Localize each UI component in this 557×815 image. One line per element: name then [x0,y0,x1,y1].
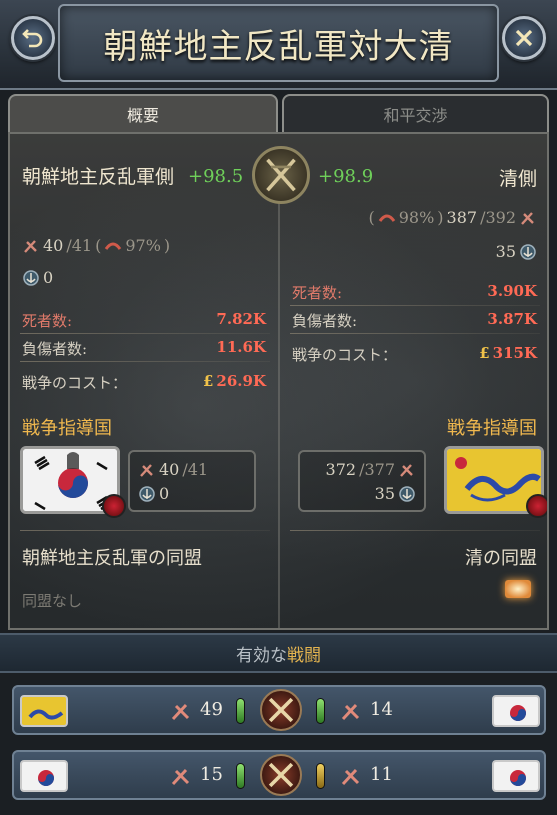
tab-peace-negotiation[interactable]: 和平交渉 [282,94,549,132]
right-leader-info: 372/377 35 [298,450,426,512]
pound-icon: £ [202,372,214,390]
row-divider [290,530,540,531]
left-cost-label: 戦争のコスト： [22,374,128,392]
right-troops-stat: ( 98%) 387/392 [368,208,537,227]
pound-icon: £ [479,344,490,362]
battle-strength-bar [316,763,325,789]
right-dead-label: 死者数: [292,284,343,302]
tab-bar: 概要 和平交渉 [8,94,549,132]
soldier-icon [341,768,360,786]
left-allies-empty: 同盟なし [22,592,83,610]
morale-icon [378,214,395,222]
battle-right-count: 14 [370,699,393,720]
ally-flag-icon[interactable] [505,580,531,598]
war-leader-badge [102,494,126,518]
crossed-swords-icon [260,689,302,731]
left-wounded-label: 負傷者数: [22,340,88,358]
back-arrow-icon [22,29,43,48]
left-troops-stat: 40/41 ( 97%) [22,236,170,255]
battle-left-count: 49 [200,699,223,720]
row-divider [20,333,270,334]
row-divider [290,333,540,334]
left-side-name: 朝鮮地主反乱軍側 [22,166,175,188]
tab-overview[interactable]: 概要 [8,94,278,132]
war-leader-badge [526,494,547,518]
battle-row[interactable]: 15 11 [12,750,546,800]
crossed-swords-icon [260,754,302,796]
row-divider [20,361,270,362]
right-wounded-value: 3.87K [487,310,537,328]
right-leader-label: 戦争指導国 [447,418,537,439]
title-bar: 朝鮮地主反乱軍対大清 [0,0,557,90]
ship-anchor-icon [23,269,39,286]
war-overview-panel: 朝鮮地主反乱軍側 +98.5 +98.9 清側 40/41 ( 97%) 0 死… [8,132,549,630]
morale-icon [105,242,122,250]
battle-strength-bar [316,698,325,724]
left-ships-stat: 0 [22,268,53,287]
battle-right-count: 11 [370,764,393,785]
right-war-score: +98.9 [318,166,374,187]
active-battles-header: 有効な 戦闘 [0,633,557,673]
close-button[interactable] [502,16,546,60]
soldier-icon [521,211,534,225]
korea-flag-icon [492,695,540,727]
battle-strength-bar [236,763,245,789]
left-war-score: +98.5 [188,166,244,187]
battle-row[interactable]: 49 14 [12,685,546,735]
soldier-icon [140,463,153,477]
left-leader-info: 40/41 0 [128,450,256,512]
row-divider [290,305,540,306]
left-wounded-value: 11.6K [216,338,266,356]
ship-anchor-icon [520,243,536,260]
battle-strength-bar [236,698,245,724]
row-divider [20,530,270,531]
back-button[interactable] [11,16,55,60]
left-allies-title: 朝鮮地主反乱軍の同盟 [22,548,202,569]
left-dead-label: 死者数: [22,312,73,330]
page-title: 朝鮮地主反乱軍対大清 [103,26,454,67]
ship-anchor-icon [399,485,415,502]
right-ships-stat: 35 [496,242,537,261]
right-cost-label: 戦争のコスト： [292,346,398,364]
battle-left-count: 15 [200,764,223,785]
soldier-icon [341,703,360,721]
right-dead-value: 3.90K [487,282,537,300]
soldier-icon [171,703,190,721]
left-cost-stat: £ 26.9K [202,372,266,390]
soldier-icon [24,239,37,253]
side-divider [278,174,280,628]
close-icon [515,29,533,47]
korea-flag-icon [492,760,540,792]
crossed-swords-icon [252,146,310,204]
korea-flag-icon [20,760,68,792]
soldier-icon [400,463,413,477]
right-side-name: 清側 [498,168,537,190]
title-plaque: 朝鮮地主反乱軍対大清 [58,4,499,82]
left-leader-label: 戦争指導国 [22,418,112,439]
right-wounded-label: 負傷者数: [292,312,358,330]
right-cost-stat: £ 315K [479,344,537,362]
right-allies-title: 清の同盟 [465,548,537,569]
ship-anchor-icon [139,485,155,502]
soldier-icon [171,768,190,786]
qing-flag-icon [20,695,68,727]
left-dead-value: 7.82K [216,310,266,328]
